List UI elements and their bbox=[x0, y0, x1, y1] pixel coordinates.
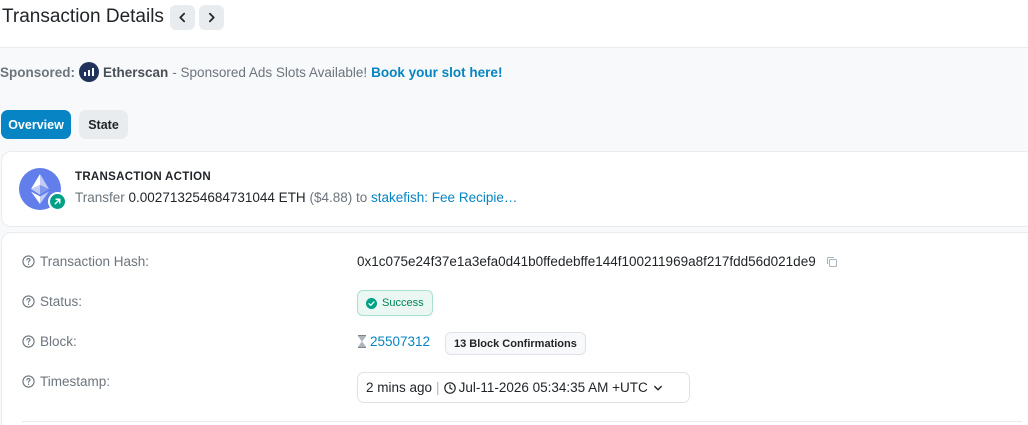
transaction-action-card: TRANSACTION ACTION Transfer 0.0027132546… bbox=[1, 151, 1028, 227]
timestamp-label: Timestamp: bbox=[40, 374, 111, 389]
sponsored-label: Sponsored: bbox=[0, 64, 76, 80]
status-value: Success bbox=[382, 297, 424, 309]
hash-label: Transaction Hash: bbox=[40, 254, 150, 269]
confirmations-badge: 13 Block Confirmations bbox=[445, 332, 586, 355]
help-icon[interactable] bbox=[22, 335, 35, 348]
chevron-right-icon bbox=[208, 12, 215, 23]
previous-transaction-button[interactable] bbox=[170, 5, 195, 30]
next-transaction-button[interactable] bbox=[199, 5, 224, 30]
timestamp-dropdown[interactable]: 2 mins ago | Jul-11-2026 05:34:35 AM +UT… bbox=[357, 372, 690, 403]
block-link[interactable]: 25507312 bbox=[370, 334, 430, 349]
timestamp-relative: 2 mins ago bbox=[366, 380, 433, 395]
page-header: Transaction Details bbox=[0, 0, 1028, 48]
action-title: TRANSACTION ACTION bbox=[75, 171, 211, 183]
copy-icon[interactable] bbox=[826, 256, 838, 268]
action-description: Transfer 0.002713254684731044 ETH ($4.88… bbox=[75, 190, 517, 205]
help-icon[interactable] bbox=[22, 255, 35, 268]
hourglass-icon bbox=[358, 335, 366, 348]
clock-icon bbox=[443, 381, 456, 394]
etherscan-logo-icon bbox=[79, 62, 100, 82]
transfer-badge bbox=[48, 192, 67, 211]
sponsored-banner: Sponsored: Etherscan - Sponsored Ads Slo… bbox=[0, 60, 502, 84]
chevron-down-icon bbox=[653, 385, 662, 390]
tab-overview[interactable]: Overview bbox=[1, 110, 71, 139]
timestamp-label-row: Timestamp: bbox=[22, 374, 110, 389]
action-verb: Transfer bbox=[75, 190, 125, 205]
help-icon[interactable] bbox=[22, 295, 35, 308]
action-usd: ($4.88) bbox=[309, 190, 353, 205]
check-circle-icon bbox=[366, 297, 377, 309]
book-slot-link[interactable]: Book your slot here! bbox=[371, 65, 502, 80]
transaction-hash: 0x1c075e24f37e1a3efa0d41b0ffedebffe144f1… bbox=[357, 254, 838, 269]
sponsored-brand[interactable]: Etherscan bbox=[103, 65, 168, 80]
block-label: Block: bbox=[40, 334, 77, 349]
hash-label-row: Transaction Hash: bbox=[22, 254, 149, 269]
arrow-up-right-icon bbox=[54, 198, 61, 205]
block-label-row: Block: bbox=[22, 334, 77, 349]
hash-value: 0x1c075e24f37e1a3efa0d41b0ffedebffe144f1… bbox=[357, 254, 816, 269]
block-number: 25507312 bbox=[357, 334, 430, 349]
action-amount: 0.002713254684731044 ETH bbox=[128, 190, 306, 205]
sponsored-text: - Sponsored Ads Slots Available! bbox=[172, 64, 368, 80]
page-title: Transaction Details bbox=[2, 6, 164, 27]
status-label: Status: bbox=[40, 294, 83, 309]
action-to: to bbox=[356, 190, 368, 205]
help-icon[interactable] bbox=[22, 375, 35, 388]
status-badge: Success bbox=[357, 290, 433, 316]
recipient-link[interactable]: stakefish: Fee Recipie… bbox=[371, 190, 517, 205]
status-label-row: Status: bbox=[22, 294, 82, 309]
chevron-left-icon bbox=[179, 12, 186, 23]
tab-state[interactable]: State bbox=[79, 110, 128, 139]
timestamp-value: Jul-11-2026 05:34:35 AM +UTC bbox=[458, 380, 648, 395]
timestamp-separator: | bbox=[436, 380, 440, 395]
section-divider bbox=[22, 421, 1022, 422]
